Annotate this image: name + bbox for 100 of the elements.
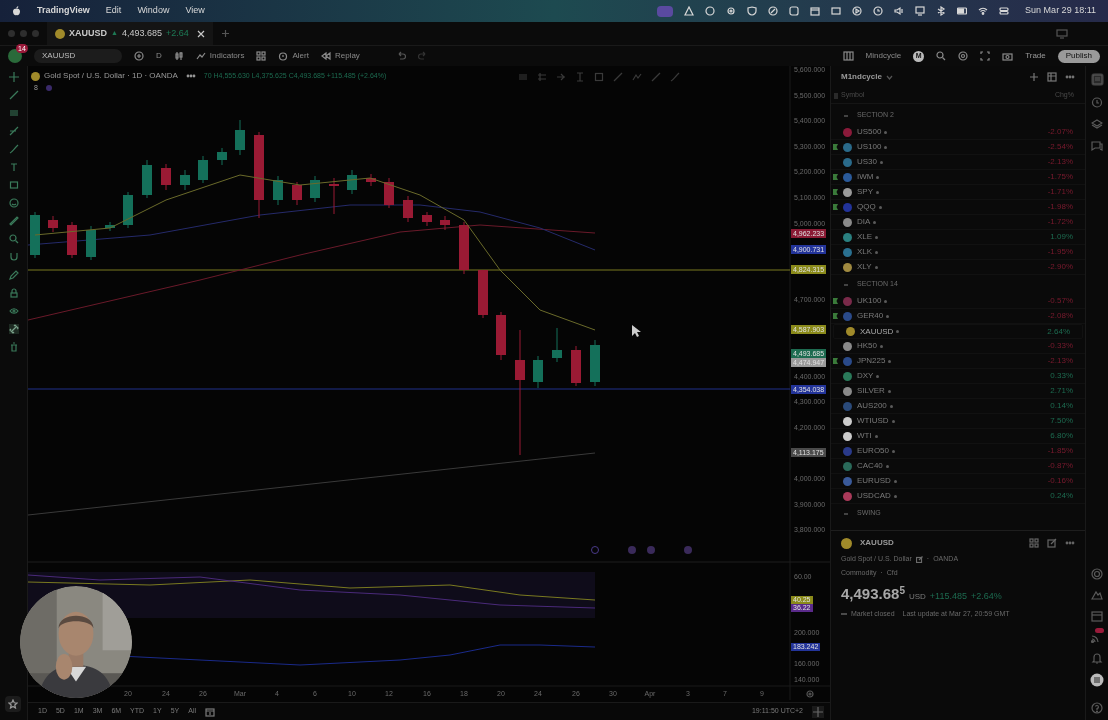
flag-icon[interactable] — [833, 313, 838, 319]
smile-icon[interactable] — [8, 198, 19, 208]
menu-item[interactable]: Edit — [105, 4, 122, 18]
fullscreen-icon[interactable] — [980, 51, 991, 61]
calendar-icon[interactable] — [205, 706, 215, 717]
app-menu[interactable]: TradingView — [37, 4, 90, 18]
grid-icon[interactable] — [1029, 538, 1039, 548]
settings-icon[interactable] — [958, 51, 969, 61]
watchlist-row[interactable]: EURUSD -0.16% — [831, 474, 1085, 489]
layout-icon[interactable] — [842, 51, 854, 61]
monitor-icon[interactable] — [915, 6, 926, 16]
apps-grid-icon[interactable] — [1090, 673, 1104, 687]
help-icon[interactable] — [1091, 702, 1103, 714]
crosshair-icon[interactable] — [8, 72, 19, 82]
gear-icon[interactable] — [726, 6, 737, 16]
layers-icon[interactable] — [1091, 118, 1103, 130]
watchlist-row[interactable]: DXY 0.33% — [831, 369, 1085, 384]
plus-circle-icon[interactable] — [134, 51, 144, 61]
flag-icon[interactable] — [833, 144, 838, 150]
grid-icon[interactable] — [256, 51, 267, 61]
more-icon[interactable] — [185, 74, 196, 78]
menu-item[interactable]: Window — [137, 4, 170, 18]
watchlist-row[interactable]: IWM -1.75% — [831, 170, 1085, 185]
speaker-icon[interactable] — [894, 6, 905, 16]
settings-icon[interactable] — [806, 690, 814, 698]
avatar[interactable] — [8, 49, 22, 63]
watchlist-row[interactable]: QQQ -1.98% — [831, 200, 1085, 215]
flag-icon[interactable] — [833, 174, 838, 180]
wifi-icon[interactable] — [978, 6, 989, 16]
watchlist-row[interactable]: UK100 -0.57% — [831, 294, 1085, 309]
indicators-button[interactable]: Indicators — [195, 50, 245, 62]
play-icon[interactable] — [852, 6, 863, 16]
watchlist-row[interactable]: USDCAD 0.24% — [831, 489, 1085, 504]
watchlist-row[interactable]: GER40 -2.08% — [831, 309, 1085, 324]
apple-icon[interactable] — [12, 6, 21, 16]
watchlist-row[interactable]: EURO50 -1.85% — [831, 444, 1085, 459]
flag-icon[interactable] — [833, 298, 838, 304]
flag-icon[interactable] — [833, 204, 838, 210]
close-icon[interactable] — [196, 29, 205, 38]
cone-icon[interactable] — [684, 6, 695, 16]
bell-icon[interactable] — [1091, 652, 1103, 664]
shield-icon[interactable] — [747, 6, 758, 16]
menu-item[interactable]: View — [185, 4, 205, 18]
eye-icon[interactable] — [8, 306, 19, 316]
watchlist-row[interactable]: AUS200 0.14% — [831, 399, 1085, 414]
watchlist-row[interactable]: US30 -2.13% — [831, 155, 1085, 170]
link-icon[interactable] — [8, 324, 19, 334]
favorite-button[interactable] — [5, 696, 21, 712]
control-center-icon[interactable] — [999, 6, 1010, 16]
symbol-search[interactable]: XAUUSD — [34, 49, 122, 63]
pen-icon[interactable] — [768, 6, 779, 16]
camera-icon[interactable] — [1002, 51, 1014, 61]
alert-button[interactable]: Alert — [278, 50, 309, 62]
watchlist-row[interactable]: XAUUSD 2.64% — [833, 324, 1083, 339]
replay-button[interactable]: Replay — [320, 50, 360, 62]
watchlist-row[interactable]: US100 -2.54% — [831, 140, 1085, 155]
circle-icon[interactable] — [705, 6, 716, 16]
watchlist-row[interactable]: DIA -1.72% — [831, 215, 1085, 230]
edit-icon[interactable] — [1047, 538, 1057, 548]
watchlist-row[interactable]: US500 -2.07% — [831, 125, 1085, 140]
plus-icon[interactable] — [1029, 72, 1039, 82]
chat-icon[interactable] — [1091, 140, 1103, 152]
watchlist-row[interactable]: WTI 6.80% — [831, 429, 1085, 444]
layout-button[interactable]: Mindcycle — [865, 50, 902, 62]
watchlist-row[interactable]: CAC40 -0.87% — [831, 459, 1085, 474]
flag-icon[interactable] — [833, 358, 838, 364]
watchlist-row[interactable]: JPN225 -2.13% — [831, 354, 1085, 369]
alarm-clock-icon[interactable] — [1091, 96, 1103, 108]
flag-icon[interactable] — [833, 189, 838, 195]
trash-icon[interactable] — [8, 342, 19, 352]
display-icon[interactable] — [831, 6, 842, 16]
magnet-icon[interactable] — [8, 252, 19, 262]
target-icon[interactable] — [1091, 568, 1103, 580]
battery-icon[interactable] — [957, 6, 968, 16]
lock-icon[interactable] — [8, 288, 19, 298]
clock-icon[interactable] — [873, 6, 884, 16]
plus-icon[interactable] — [220, 29, 230, 38]
watchlist-row[interactable]: HK50 -0.33% — [831, 339, 1085, 354]
ruler-icon[interactable] — [8, 216, 19, 226]
rectangle-icon[interactable] — [8, 180, 19, 190]
ideas-icon[interactable] — [1091, 589, 1103, 601]
watchlist-name[interactable]: M1ndcycle — [841, 71, 893, 83]
external-link-icon[interactable] — [915, 555, 923, 563]
zoom-in-icon[interactable] — [8, 234, 19, 244]
search-icon[interactable] — [936, 51, 947, 61]
watchlist-row[interactable]: SPY -1.71% — [831, 185, 1085, 200]
more-icon[interactable] — [1065, 541, 1075, 545]
expand-icon[interactable] — [812, 705, 824, 718]
bluetooth-icon[interactable] — [936, 6, 947, 16]
trade-button[interactable]: Trade — [1025, 50, 1046, 62]
brush-icon[interactable] — [8, 144, 19, 154]
column-handle-icon[interactable] — [834, 92, 838, 99]
text-icon[interactable] — [8, 162, 19, 172]
more-icon[interactable] — [1065, 75, 1075, 79]
watchlist-icon[interactable] — [1090, 73, 1104, 86]
publish-button[interactable]: Publish — [1057, 49, 1100, 63]
pencil-icon[interactable] — [8, 270, 19, 280]
watchlist-row[interactable]: XLE 1.09% — [831, 230, 1085, 245]
table-icon[interactable] — [1047, 72, 1057, 82]
line-icon[interactable] — [8, 90, 19, 100]
